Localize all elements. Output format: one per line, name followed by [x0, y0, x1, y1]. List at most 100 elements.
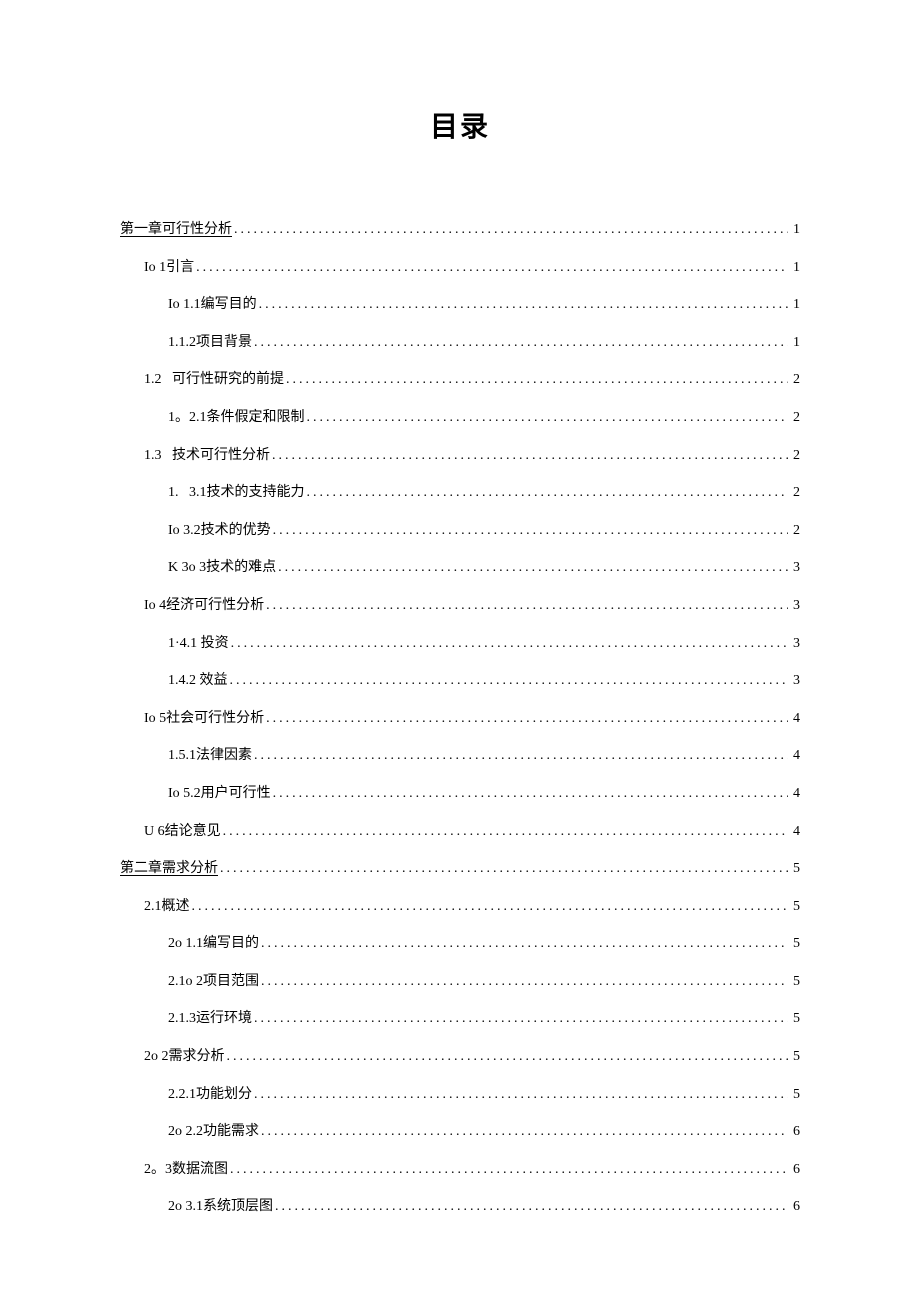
toc-label[interactable]: 1.1.2项目背景 — [168, 333, 252, 353]
toc-label[interactable]: Io 1引言 — [144, 258, 194, 278]
toc-entry: 第二章需求分析5 — [120, 859, 800, 879]
toc-entry: Io 5社会可行性分析 4 — [120, 709, 800, 729]
toc-label[interactable]: 2.2.1功能划分 — [168, 1085, 252, 1105]
toc-entry: 2.2.1功能划分 5 — [120, 1085, 800, 1105]
toc-label[interactable]: 2o 2需求分析 — [144, 1047, 225, 1067]
toc-entry: 1.3 技术可行性分析 2 — [120, 446, 800, 466]
toc-entry: Io 1.1编写目的 1 — [120, 295, 800, 315]
toc-page-number: 2 — [788, 483, 800, 503]
toc-entry: Io 5.2用户可行性 4 — [120, 784, 800, 804]
toc-leader-dots — [218, 859, 788, 879]
toc-leader-dots — [194, 258, 788, 278]
table-of-contents: 第一章可行性分析 1 Io 1引言 1 Io 1.1编写目的 1 1.1.2项目背景1 1.2… — [120, 220, 800, 1217]
toc-page-number: 4 — [788, 746, 800, 766]
toc-page-number: 2 — [788, 446, 800, 466]
toc-label[interactable]: Io 5社会可行性分析 — [144, 709, 264, 729]
toc-label[interactable]: 2o 3.1系统顶层图 — [168, 1197, 273, 1217]
toc-leader-dots — [259, 934, 788, 954]
toc-leader-dots — [221, 822, 788, 842]
toc-page-number: 5 — [788, 1085, 800, 1105]
toc-label[interactable]: Io 4经济可行性分析 — [144, 596, 264, 616]
toc-leader-dots — [273, 1197, 788, 1217]
toc-page-number: 6 — [788, 1160, 800, 1180]
toc-entry: Io 3.2技术的优势 2 — [120, 521, 800, 541]
toc-page-number: 5 — [788, 1047, 800, 1067]
toc-leader-dots — [271, 521, 788, 541]
toc-leader-dots — [252, 1085, 788, 1105]
toc-label[interactable]: 2.1.3运行环境 — [168, 1009, 252, 1029]
toc-entry: 第一章可行性分析 1 — [120, 220, 800, 240]
toc-page-number: 3 — [788, 671, 800, 691]
toc-label[interactable]: 1.3 技术可行性分析 — [144, 446, 270, 466]
toc-label[interactable]: 2o 2.2功能需求 — [168, 1122, 259, 1142]
toc-leader-dots — [271, 784, 788, 804]
toc-page-number: 6 — [788, 1122, 800, 1142]
toc-leader-dots — [305, 408, 789, 428]
toc-label[interactable]: 1.2 可行性研究的前提 — [144, 370, 284, 390]
toc-label[interactable]: K 3o 3技术的难点 — [168, 558, 276, 578]
toc-page-number: 5 — [788, 934, 800, 954]
toc-entry: 1。2.1条件假定和限制 2 — [120, 408, 800, 428]
toc-label[interactable]: 2.1o 2项目范围 — [168, 972, 259, 992]
toc-leader-dots — [252, 746, 788, 766]
toc-entry: U 6结论意见 4 — [120, 822, 800, 842]
toc-leader-dots — [270, 446, 788, 466]
toc-leader-dots — [264, 709, 788, 729]
toc-entry: Io 4经济可行性分析 3 — [120, 596, 800, 616]
toc-entry: 2.1概述5 — [120, 897, 800, 917]
toc-entry: K 3o 3技术的难点 3 — [120, 558, 800, 578]
toc-label[interactable]: Io 3.2技术的优势 — [168, 521, 271, 541]
toc-leader-dots — [276, 558, 788, 578]
toc-entry: 1.1.2项目背景1 — [120, 333, 800, 353]
toc-entry: 1.2 可行性研究的前提 2 — [120, 370, 800, 390]
toc-leader-dots — [252, 1009, 788, 1029]
toc-leader-dots — [257, 295, 788, 315]
toc-page-number: 3 — [788, 634, 800, 654]
toc-leader-dots — [259, 1122, 788, 1142]
page-title: 目录 — [120, 105, 800, 145]
toc-page-number: 3 — [788, 596, 800, 616]
toc-page-number: 1 — [788, 295, 800, 315]
toc-label[interactable]: Io 1.1编写目的 — [168, 295, 257, 315]
toc-label[interactable]: 第一章可行性分析 — [120, 220, 232, 240]
toc-page-number: 2 — [788, 408, 800, 428]
toc-page-number: 2 — [788, 521, 800, 541]
toc-entry: 2。3数据流图 6 — [120, 1160, 800, 1180]
toc-leader-dots — [225, 1047, 789, 1067]
toc-entry: 2o 2.2功能需求 6 — [120, 1122, 800, 1142]
toc-leader-dots — [232, 220, 788, 240]
toc-page-number: 4 — [788, 784, 800, 804]
toc-entry: 1.5.1法律因素 4 — [120, 746, 800, 766]
toc-entry: 2.1o 2项目范围 5 — [120, 972, 800, 992]
toc-page-number: 1 — [788, 220, 800, 240]
toc-label[interactable]: 1。2.1条件假定和限制 — [168, 408, 305, 428]
toc-leader-dots — [264, 596, 788, 616]
toc-label[interactable]: 1.4.2 效益 — [168, 671, 228, 691]
toc-label[interactable]: 2.1概述 — [144, 897, 190, 917]
toc-leader-dots — [190, 897, 789, 917]
toc-leader-dots — [228, 671, 789, 691]
toc-leader-dots — [259, 972, 788, 992]
toc-label[interactable]: Io 5.2用户可行性 — [168, 784, 271, 804]
toc-page-number: 4 — [788, 822, 800, 842]
toc-label[interactable]: U 6结论意见 — [144, 822, 221, 842]
toc-label[interactable]: 2o 1.1编写目的 — [168, 934, 259, 954]
toc-page-number: 1 — [788, 258, 800, 278]
toc-page-number: 2 — [788, 370, 800, 390]
toc-leader-dots — [305, 483, 789, 503]
toc-entry: 1·4.1 投资 3 — [120, 634, 800, 654]
toc-page-number: 5 — [788, 972, 800, 992]
toc-page-number: 4 — [788, 709, 800, 729]
toc-entry: Io 1引言 1 — [120, 258, 800, 278]
toc-label[interactable]: 2。3数据流图 — [144, 1160, 228, 1180]
toc-label[interactable]: 1. 3.1技术的支持能力 — [168, 483, 305, 503]
toc-label[interactable]: 1.5.1法律因素 — [168, 746, 252, 766]
toc-page-number: 5 — [788, 1009, 800, 1029]
toc-leader-dots — [229, 634, 788, 654]
toc-page-number: 3 — [788, 558, 800, 578]
document-page: 目录 第一章可行性分析1Io 1引言1Io 1.1编写目的11.1.2项目背景1… — [0, 0, 920, 1295]
toc-leader-dots — [284, 370, 788, 390]
toc-label[interactable]: 第二章需求分析 — [120, 859, 218, 879]
toc-page-number: 6 — [788, 1197, 800, 1217]
toc-label[interactable]: 1·4.1 投资 — [168, 634, 229, 654]
